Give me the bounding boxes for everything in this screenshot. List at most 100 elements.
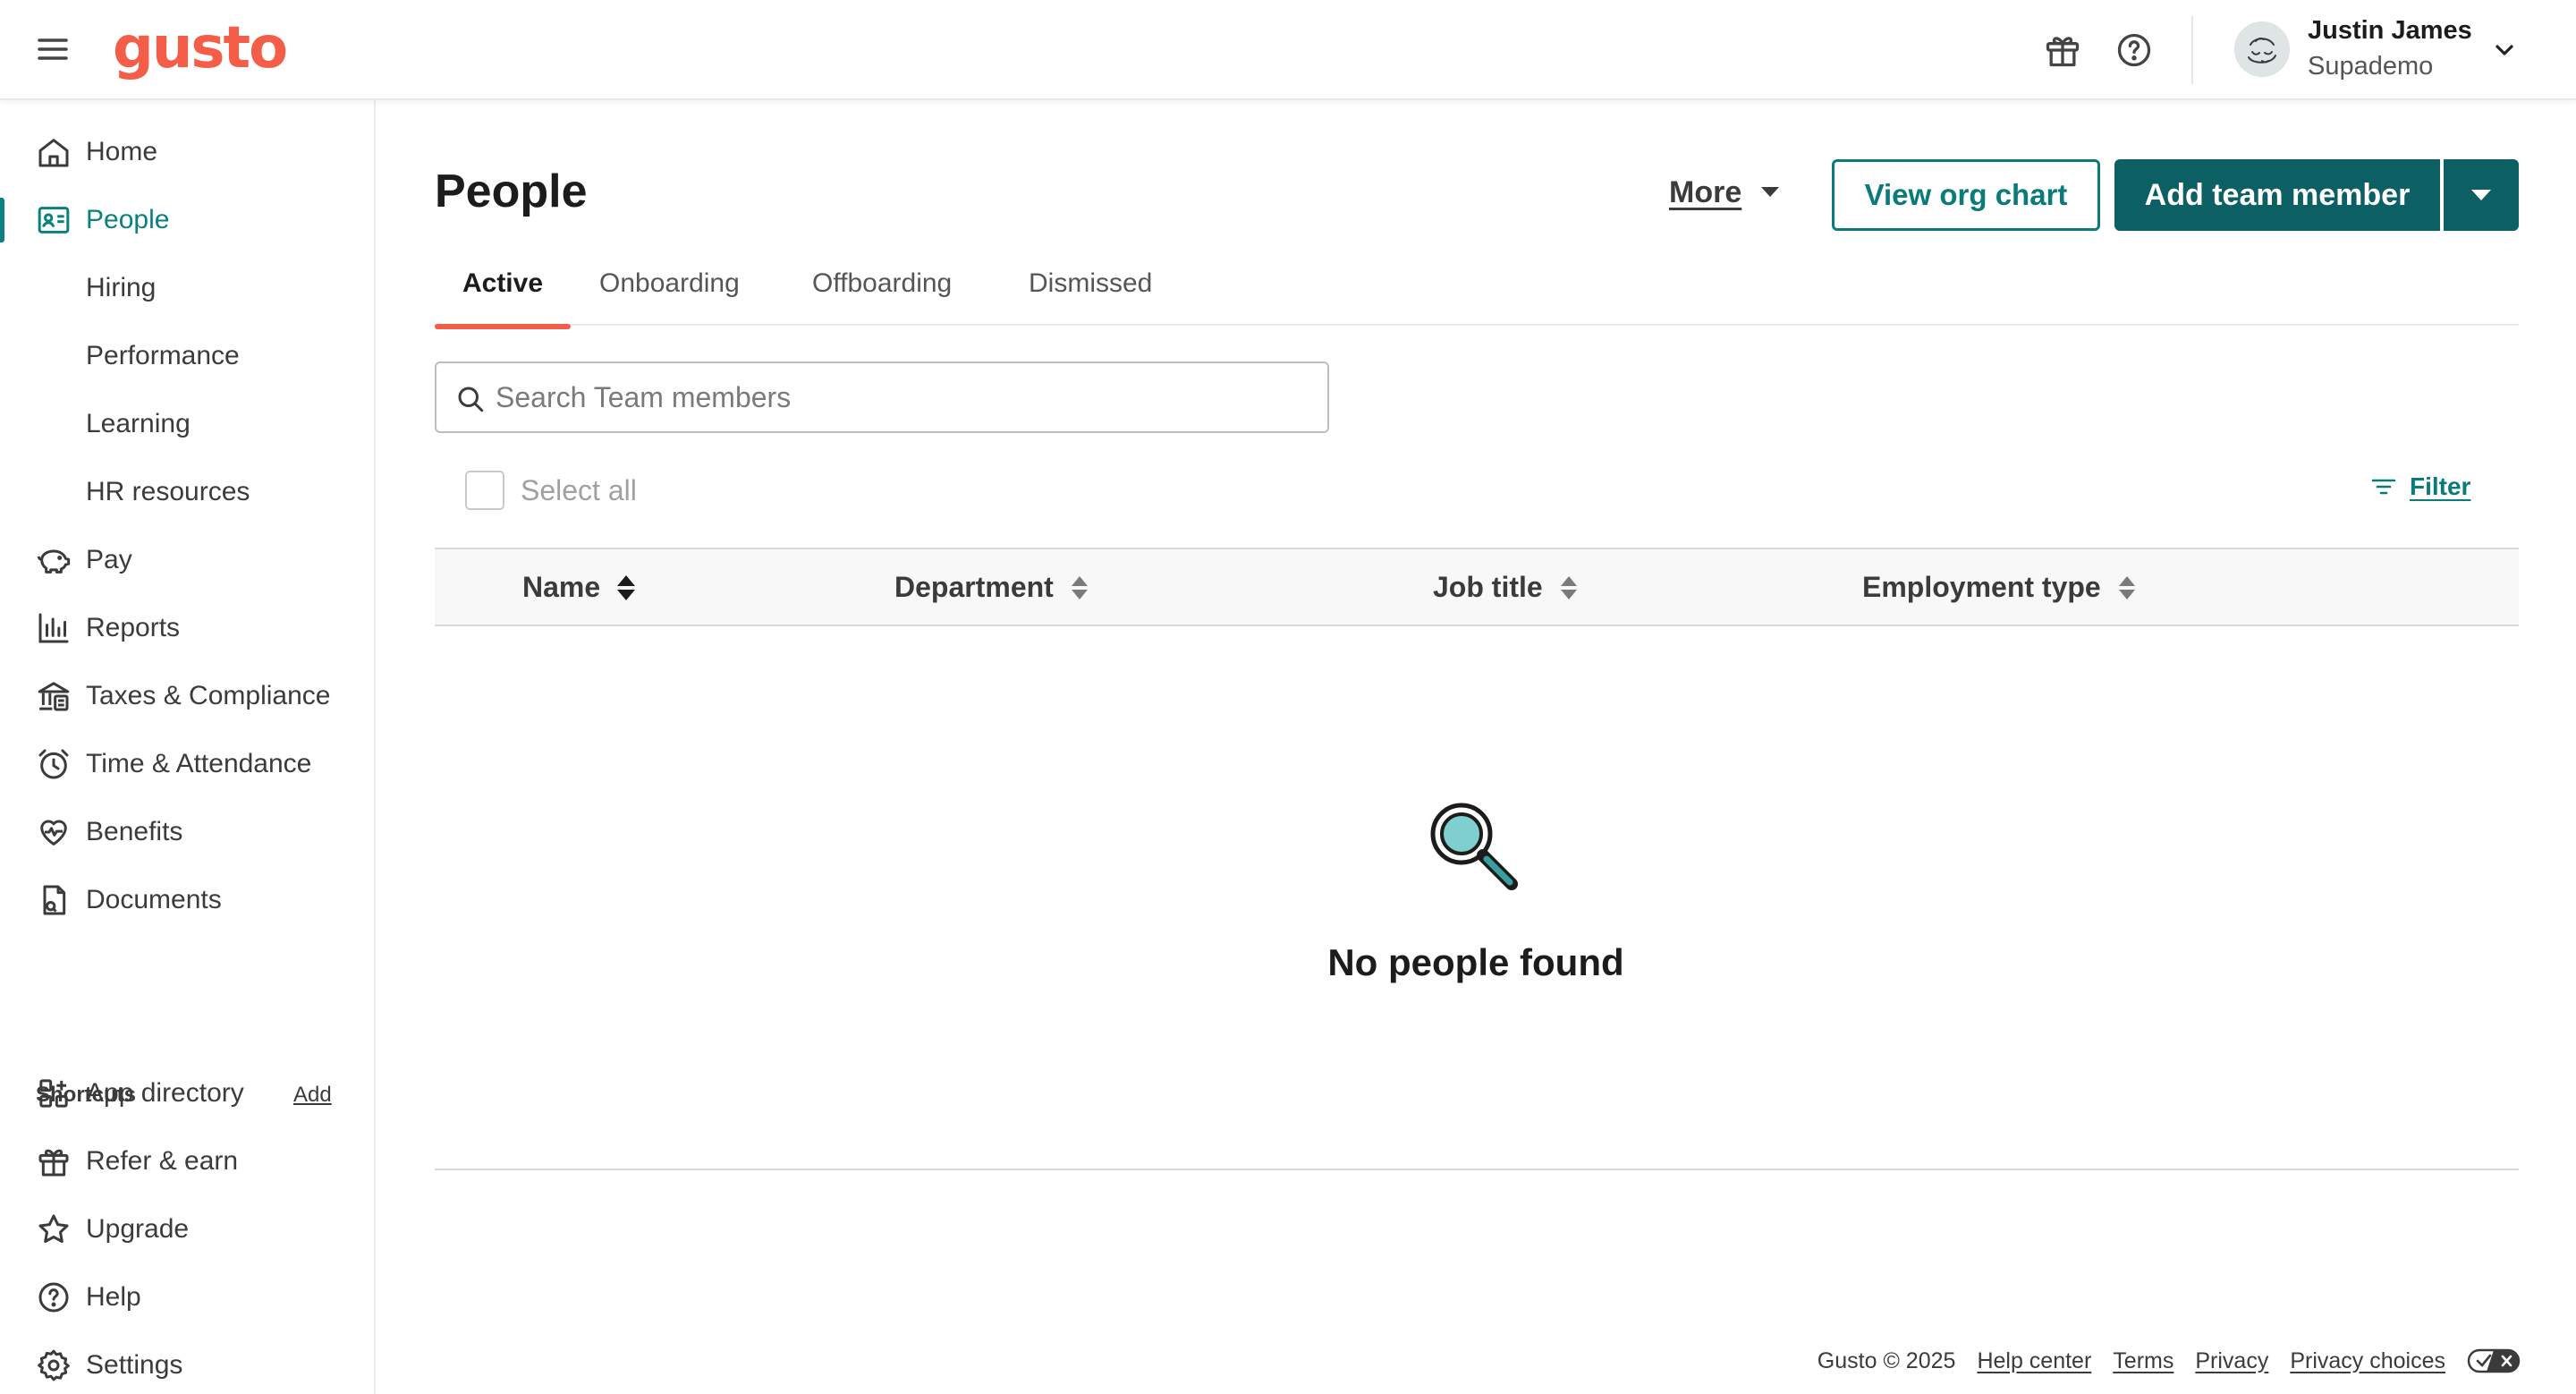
sort-icon — [1560, 575, 1577, 599]
user-name[interactable]: Justin James — [2308, 16, 2472, 46]
filter-icon — [2371, 479, 2396, 495]
document-icon — [36, 882, 72, 918]
help-circle-icon[interactable] — [2114, 30, 2154, 70]
select-all-checkbox[interactable] — [465, 471, 504, 510]
sidebar-item-label: Documents — [86, 885, 222, 914]
add-team-member-options-button[interactable] — [2444, 159, 2519, 231]
sidebar-item-benefits[interactable]: Benefits — [0, 804, 374, 860]
filter-button[interactable]: Filter — [2370, 472, 2470, 501]
heart-pulse-icon — [36, 814, 72, 850]
sidebar-item-label: Time & Attendance — [86, 749, 312, 778]
more-label: More — [1669, 174, 1742, 209]
tab-dismissed[interactable]: Dismissed — [1029, 268, 1152, 324]
sidebar: Home People Hiring Performance Learning … — [0, 100, 376, 1394]
sidebar-item-label: People — [86, 205, 170, 234]
sidebar-item-label: Taxes & Compliance — [86, 681, 331, 710]
sidebar-item-settings[interactable]: Settings — [0, 1338, 374, 1393]
sidebar-item-refer-earn[interactable]: Refer & earn — [0, 1134, 374, 1189]
header-divider — [2191, 16, 2193, 84]
user-company[interactable]: Supademo — [2308, 52, 2433, 81]
search-icon — [454, 383, 487, 415]
sidebar-item-home[interactable]: Home — [0, 124, 374, 180]
sidebar-item-label: Help — [86, 1282, 141, 1312]
table-divider — [435, 1169, 2519, 1170]
top-header: gusto Justin James Supademo — [0, 0, 2576, 100]
avatar[interactable] — [2234, 21, 2290, 77]
sidebar-item-pay[interactable]: Pay — [0, 532, 374, 588]
sidebar-item-label: HR resources — [86, 477, 250, 506]
caret-down-icon — [1761, 187, 1780, 197]
active-tab-indicator — [435, 324, 571, 329]
page-title: People — [435, 166, 588, 217]
terms-link[interactable]: Terms — [2113, 1348, 2174, 1374]
sidebar-item-label: Pay — [86, 545, 132, 574]
tab-label: Active — [462, 268, 544, 298]
piggy-bank-icon — [36, 542, 72, 578]
help-circle-icon — [36, 1279, 72, 1315]
privacy-choices-toggle-icon[interactable] — [2467, 1347, 2521, 1374]
tab-label: Offboarding — [812, 268, 953, 298]
tab-offboarding[interactable]: Offboarding — [812, 268, 952, 324]
sidebar-item-label: Settings — [86, 1350, 183, 1380]
gift-icon[interactable] — [2043, 30, 2082, 70]
sidebar-item-taxes-compliance[interactable]: Taxes & Compliance — [0, 668, 374, 724]
privacy-link[interactable]: Privacy — [2195, 1348, 2268, 1374]
sidebar-item-documents[interactable]: Documents — [0, 872, 374, 928]
home-icon — [36, 134, 72, 170]
sidebar-item-hiring[interactable]: Hiring — [0, 260, 374, 316]
sort-icon — [1071, 575, 1088, 599]
column-header-job-title[interactable]: Job title — [1433, 571, 1579, 604]
sidebar-item-upgrade[interactable]: Upgrade — [0, 1202, 374, 1257]
sidebar-item-label: Refer & earn — [86, 1146, 239, 1176]
column-header-name[interactable]: Name — [522, 571, 636, 604]
table-header: Name Department Job title Employment typ… — [435, 548, 2519, 626]
add-team-member-button[interactable]: Add team member — [2114, 159, 2440, 231]
sidebar-item-time-attendance[interactable]: Time & Attendance — [0, 736, 374, 792]
tab-label: Dismissed — [1029, 268, 1153, 298]
empty-state-message: No people found — [1327, 941, 1624, 983]
filter-label: Filter — [2410, 472, 2471, 500]
sidebar-item-label: Reports — [86, 613, 181, 642]
bank-icon — [36, 678, 72, 714]
sidebar-item-label: Performance — [86, 341, 240, 370]
sidebar-item-performance[interactable]: Performance — [0, 328, 374, 384]
alarm-clock-icon — [36, 746, 72, 782]
sidebar-item-app-directory[interactable]: App directory — [0, 1066, 374, 1121]
more-dropdown-button[interactable]: More — [1669, 170, 1780, 215]
sidebar-item-label: Upgrade — [86, 1214, 190, 1244]
bar-chart-icon — [36, 610, 72, 646]
sidebar-item-label: Home — [86, 137, 158, 166]
sidebar-item-learning[interactable]: Learning — [0, 396, 374, 452]
sort-ascending-icon — [617, 574, 636, 600]
sidebar-item-people[interactable]: People — [0, 192, 374, 248]
caret-down-icon — [2471, 189, 2491, 200]
search-box — [435, 361, 1329, 433]
person-card-icon — [36, 202, 72, 238]
column-header-department[interactable]: Department — [894, 571, 1089, 604]
column-label: Name — [522, 571, 601, 603]
sidebar-item-reports[interactable]: Reports — [0, 600, 374, 656]
sort-icon — [2118, 575, 2135, 599]
tab-active[interactable]: Active — [435, 268, 571, 329]
gusto-logo[interactable]: gusto — [113, 7, 288, 89]
column-label: Job title — [1433, 571, 1543, 603]
tab-onboarding[interactable]: Onboarding — [599, 268, 740, 324]
search-input[interactable] — [496, 363, 1301, 431]
sidebar-item-label: Learning — [86, 409, 191, 438]
sidebar-item-help[interactable]: Help — [0, 1270, 374, 1325]
view-org-chart-button[interactable]: View org chart — [1832, 159, 2100, 231]
help-center-link[interactable]: Help center — [1977, 1348, 2091, 1374]
copyright-text: Gusto © 2025 — [1817, 1347, 1956, 1373]
column-label: Employment type — [1862, 571, 2101, 603]
menu-icon[interactable] — [36, 34, 72, 64]
chevron-down-icon[interactable] — [2490, 36, 2519, 64]
star-icon — [36, 1211, 72, 1247]
page-footer: Gusto © 2025 Help center Terms Privacy P… — [1818, 1347, 2521, 1374]
magnifying-glass-icon — [1428, 800, 1526, 898]
tab-label: Onboarding — [599, 268, 740, 298]
sidebar-item-hr-resources[interactable]: HR resources — [0, 464, 374, 520]
privacy-choices-link[interactable]: Privacy choices — [2290, 1348, 2445, 1374]
column-header-employment-type[interactable]: Employment type — [1862, 571, 2137, 604]
apps-grid-icon — [36, 1075, 72, 1111]
gift-icon — [36, 1143, 72, 1179]
